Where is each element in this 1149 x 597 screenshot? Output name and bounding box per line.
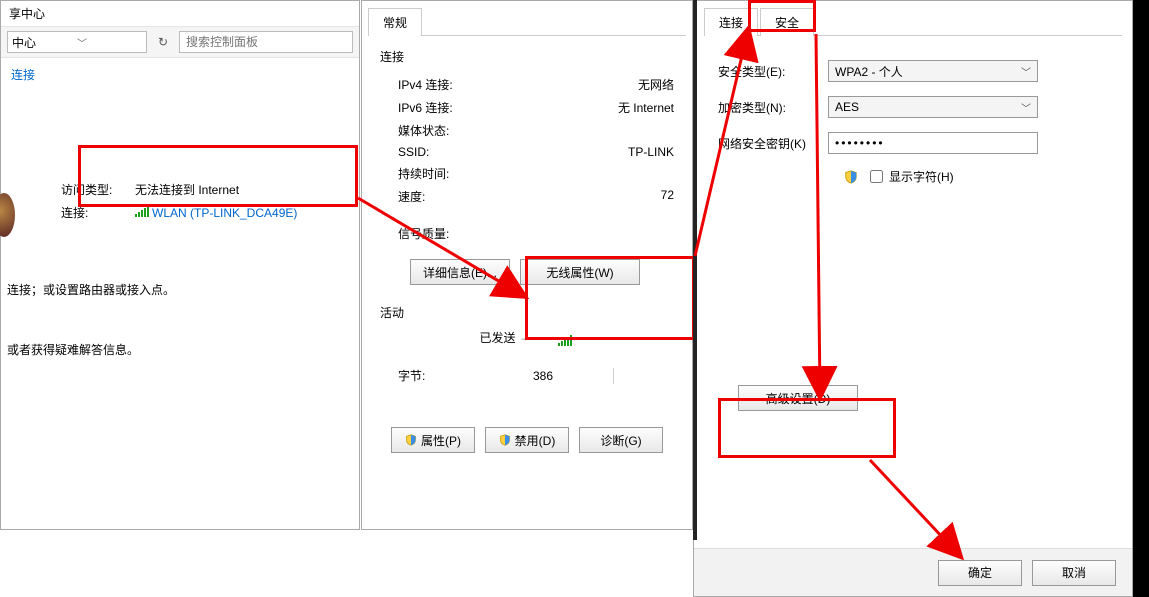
tab-connection[interactable]: 连接: [704, 8, 758, 36]
properties-button[interactable]: 属性(P): [391, 427, 475, 453]
chevron-down-icon[interactable]: ﹀: [1021, 64, 1031, 79]
ipv6-label: IPv6 连接:: [398, 99, 453, 116]
diagnose-button[interactable]: 诊断(G): [579, 427, 663, 453]
dialog-footer: 确定 取消: [694, 548, 1132, 596]
show-characters-label: 显示字符(H): [889, 168, 954, 185]
security-type-combo[interactable]: WPA2 - 个人 ﹀: [828, 60, 1038, 82]
chevron-down-icon[interactable]: ﹀: [77, 35, 142, 50]
sent-label: 已发送: [479, 329, 515, 346]
connection-link[interactable]: 连接: [1, 58, 359, 91]
refresh-icon[interactable]: ↻: [153, 32, 173, 52]
wlan-status-dialog: 常规 连接 IPv4 连接: 无网络 IPv6 连接: 无 Internet 媒体状…: [361, 0, 693, 530]
show-characters-checkbox[interactable]: [870, 170, 883, 183]
security-type-label: 安全类型(E):: [718, 63, 828, 80]
connections-label: 连接:: [61, 204, 121, 221]
dark-divider: [693, 0, 697, 540]
disable-button[interactable]: 禁用(D): [485, 427, 569, 453]
ipv4-label: IPv4 连接:: [398, 76, 453, 93]
wireless-properties-button[interactable]: 无线属性(W): [520, 259, 640, 285]
search-box[interactable]: [179, 31, 353, 53]
tab-security[interactable]: 安全: [760, 8, 814, 36]
network-center-window: 享中心 中心 ﹀ ↻ 连接 访问类型: 无法连接到 Internet 连接: W…: [0, 0, 360, 530]
signal-icon: [135, 206, 149, 217]
shield-icon: [499, 434, 511, 446]
encryption-type-combo[interactable]: AES ﹀: [828, 96, 1038, 118]
duration-label: 持续时间:: [398, 165, 449, 182]
network-key-label: 网络安全密钥(K): [718, 135, 828, 152]
speed-label: 速度:: [398, 188, 425, 205]
wireless-properties-dialog: 连接 安全 安全类型(E): WPA2 - 个人 ﹀ 加密类型(N): AES …: [693, 0, 1133, 597]
access-type-value: 无法连接到 Internet: [135, 181, 239, 198]
black-right-edge: [1133, 0, 1149, 597]
network-info-block: 访问类型: 无法连接到 Internet 连接: WLAN (TP-LINK_D…: [1, 161, 359, 237]
address-text: 中心: [12, 34, 77, 51]
bytes-sent-value: 386: [533, 369, 553, 383]
chevron-down-icon[interactable]: ﹀: [1021, 100, 1031, 115]
ok-button[interactable]: 确定: [938, 560, 1022, 586]
toolbar: 中心 ﹀ ↻: [1, 27, 359, 58]
tab-general[interactable]: 常规: [368, 8, 422, 36]
security-type-value: WPA2 - 个人: [835, 63, 903, 80]
hint-text-1: 连接；或设置路由器或接入点。: [7, 281, 175, 298]
wlan-connection-link[interactable]: WLAN (TP-LINK_DCA49E): [135, 206, 297, 220]
encryption-type-label: 加密类型(N):: [718, 99, 828, 116]
advanced-settings-button[interactable]: 高级设置(D): [738, 385, 858, 411]
details-button[interactable]: 详细信息(E)...: [410, 259, 510, 285]
window-title: 享中心: [1, 1, 359, 27]
section-connection-label: 连接: [380, 48, 674, 65]
encryption-type-value: AES: [835, 100, 859, 114]
shield-icon: [405, 434, 417, 446]
ssid-label: SSID:: [398, 145, 429, 159]
network-key-input[interactable]: [828, 132, 1038, 154]
cancel-button[interactable]: 取消: [1032, 560, 1116, 586]
signal-icon: [558, 335, 572, 346]
ssid-value: TP-LINK: [628, 145, 674, 159]
speed-value: 72: [661, 188, 674, 205]
ipv6-value: 无 Internet: [618, 99, 674, 116]
signal-quality-label: 信号质量:: [398, 225, 449, 242]
access-type-label: 访问类型:: [61, 181, 121, 198]
search-input[interactable]: [180, 32, 352, 52]
media-state-label: 媒体状态:: [398, 122, 449, 139]
shield-icon: [844, 170, 858, 184]
section-activity-label: 活动: [380, 304, 674, 321]
hint-text-2: 或者获得疑难解答信息。: [7, 341, 139, 358]
ipv4-value: 无网络: [638, 76, 674, 93]
divider: [613, 368, 614, 384]
address-bar[interactable]: 中心 ﹀: [7, 31, 147, 53]
bytes-label: 字节:: [398, 367, 425, 384]
